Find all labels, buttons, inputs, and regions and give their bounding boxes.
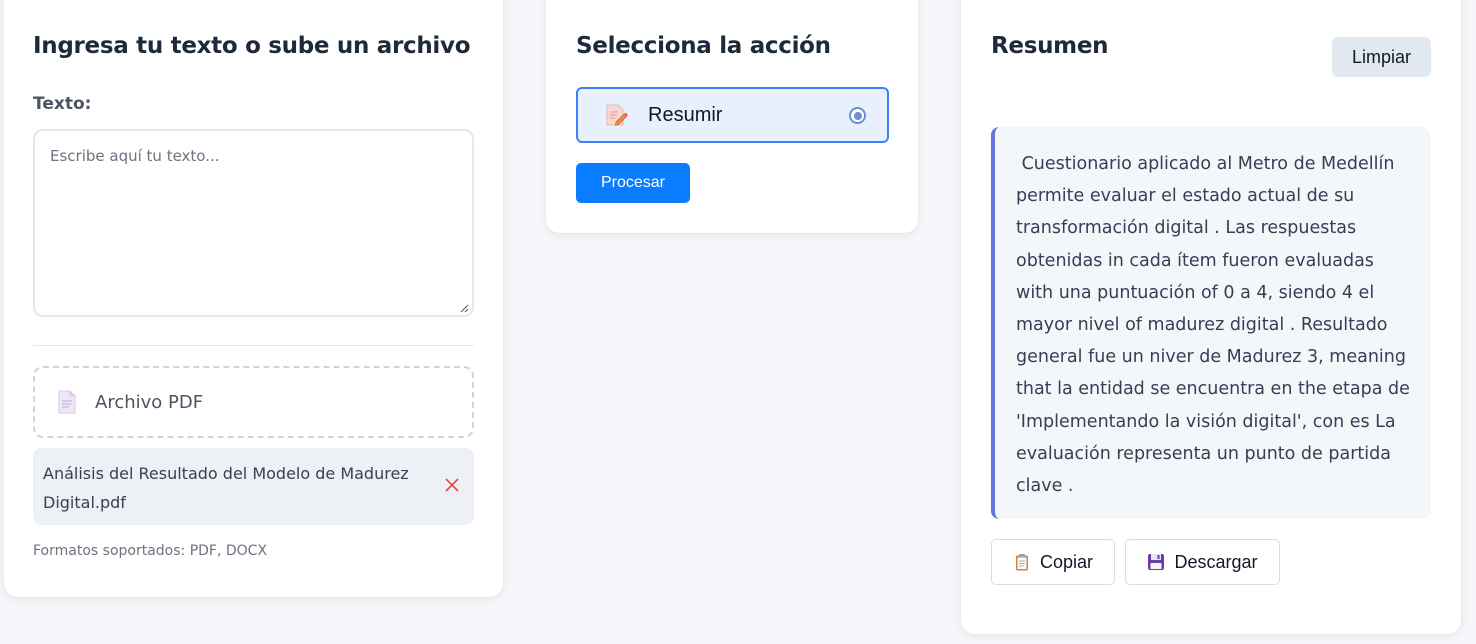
text-label: Texto:	[33, 94, 92, 114]
action-panel: Selecciona la acción Resumir Procesar	[546, 0, 918, 233]
floppy-disk-icon	[1148, 554, 1165, 570]
action-panel-title: Selecciona la acción	[576, 33, 831, 59]
input-panel-title: Ingresa tu texto o sube un archivo	[33, 33, 471, 59]
summarize-pencil-icon	[606, 104, 628, 126]
summary-panel: Resumen Limpiar Cuestionario aplicado al…	[961, 0, 1461, 634]
formats-note: Formatos soportados: PDF, DOCX	[33, 543, 268, 559]
clear-button[interactable]: Limpiar	[1332, 37, 1431, 77]
pdf-file-icon	[58, 390, 76, 414]
dropzone-label: Archivo PDF	[95, 391, 204, 413]
option-label: Resumir	[648, 103, 723, 126]
download-label: Descargar	[1174, 551, 1258, 572]
copy-label: Copiar	[1039, 551, 1094, 572]
download-button[interactable]: Descargar	[1125, 539, 1280, 585]
close-icon[interactable]	[444, 477, 460, 493]
summary-text: Cuestionario aplicado al Metro de Medell…	[1016, 154, 1416, 497]
selected-file: Análisis del Resultado del Modelo de Mad…	[33, 448, 474, 525]
clipboard-icon	[1015, 554, 1028, 571]
summary-output: Cuestionario aplicado al Metro de Medell…	[991, 127, 1431, 519]
process-button[interactable]: Procesar	[576, 163, 690, 203]
copy-button[interactable]: Copiar	[991, 539, 1115, 585]
radio-selected[interactable]	[849, 107, 866, 124]
option-summarize[interactable]: Resumir	[576, 87, 889, 143]
input-panel: Ingresa tu texto o sube un archivo Texto…	[4, 0, 503, 597]
resize-handle-icon[interactable]	[459, 303, 469, 313]
text-input[interactable]	[33, 129, 474, 317]
pdf-dropzone[interactable]: Archivo PDF	[33, 366, 474, 438]
summary-panel-title: Resumen	[991, 33, 1109, 59]
divider	[33, 345, 474, 346]
file-name: Análisis del Resultado del Modelo de Mad…	[43, 464, 409, 512]
